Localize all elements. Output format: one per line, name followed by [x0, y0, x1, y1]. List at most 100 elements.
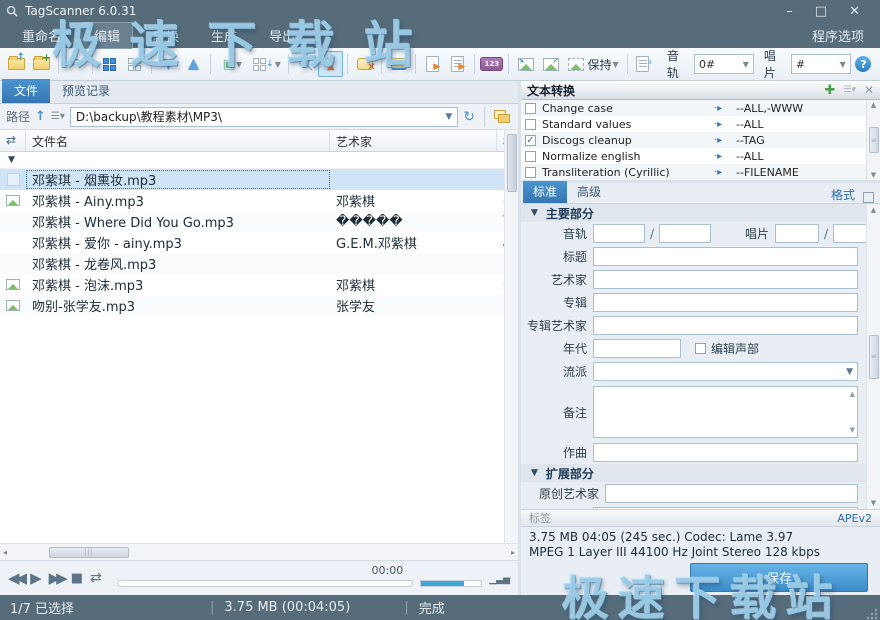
disc-format-combo[interactable]: #▼ — [791, 54, 851, 74]
title-column-header[interactable]: 标题 — [497, 130, 504, 151]
search-button[interactable] — [293, 51, 318, 77]
tab-standard[interactable]: 标准 — [523, 181, 567, 203]
path-menu-icon[interactable]: ☰▾ — [51, 111, 65, 122]
tag-fields-scrollbar[interactable]: ▲ ≡ ▼ — [866, 204, 880, 509]
clear-tags-button[interactable]: ✕ — [352, 51, 377, 77]
artist-input[interactable] — [593, 270, 858, 289]
transform-checkbox[interactable] — [525, 103, 536, 114]
seek-bar[interactable] — [117, 580, 414, 587]
path-input[interactable]: D:\backup\教程素材\MP3\ ▼ — [70, 107, 458, 127]
file-list-vertical-scrollbar[interactable] — [504, 130, 518, 543]
tag-type-link[interactable]: APEv2 — [837, 512, 872, 525]
scroll-up-icon[interactable]: ▲ — [871, 101, 876, 109]
file-list-horizontal-scrollbar[interactable]: ◂ ||| ▸ — [0, 543, 518, 560]
transform-menu-icon[interactable]: ☰▾ — [843, 85, 856, 95]
sync-tags-button[interactable]: ▼▲ — [318, 51, 343, 77]
tab-files[interactable]: 文件 — [2, 79, 50, 103]
track-number-input[interactable] — [593, 224, 645, 243]
remix-input[interactable] — [593, 507, 858, 509]
auto-number-button[interactable]: 123 — [479, 51, 504, 77]
menu-edit[interactable]: 编辑 — [81, 22, 133, 49]
scroll-down-icon[interactable]: ▼ — [850, 426, 855, 434]
transform-row[interactable]: Standard values ·▸ --ALL — [521, 116, 866, 132]
album-input[interactable] — [593, 293, 858, 312]
table-row[interactable]: 邓紫棋 - Where Did You Go.mp3 ����� Where — [0, 211, 504, 232]
tab-preview-log[interactable]: 预览记录 — [50, 79, 122, 103]
maximize-button[interactable]: □ — [815, 4, 827, 19]
move-down-button[interactable]: ▼ — [156, 51, 181, 77]
add-transform-icon[interactable]: ✚ — [824, 83, 835, 98]
table-row[interactable]: 邓紫棋 - 龙卷风.mp3 — [0, 253, 504, 274]
table-row[interactable]: 邓紫琪 - 烟熏妆.mp3 — [0, 169, 504, 190]
chevron-down-icon[interactable]: ▼ — [445, 112, 452, 122]
transform-checkbox[interactable]: ✓ — [525, 135, 536, 146]
format-link[interactable]: 格式 — [831, 186, 863, 203]
scroll-up-icon[interactable]: ▲ — [850, 390, 855, 398]
close-button[interactable]: ✕ — [849, 4, 860, 19]
edit-parts-checkbox[interactable] — [695, 343, 706, 354]
repeat-button[interactable]: ⇄ — [90, 570, 102, 586]
scrollbar-thumb[interactable]: ≡ — [869, 127, 879, 153]
disc-number-input[interactable] — [775, 224, 819, 243]
table-row[interactable]: 邓紫棋 - 泡沫.mp3 邓紫棋 泡沫 — [0, 274, 504, 295]
section-extended[interactable]: ▼扩展部分 — [521, 464, 866, 482]
add-folder-button[interactable]: + — [29, 51, 54, 77]
panel-toggle-icon[interactable] — [863, 192, 874, 203]
track-format-combo[interactable]: 0#▼ — [694, 54, 754, 74]
previous-track-button[interactable]: ◀◀ — [8, 569, 23, 587]
scroll-up-icon[interactable]: ▲ — [871, 206, 876, 214]
comment-textarea[interactable]: ▲▼ — [593, 386, 858, 438]
original-artist-input[interactable] — [605, 484, 858, 503]
scroll-down-icon[interactable]: ▼ — [871, 171, 876, 179]
save-button[interactable]: 保存 — [690, 563, 868, 592]
transform-checkbox[interactable] — [525, 119, 536, 130]
play-button[interactable]: ▶ — [30, 569, 42, 587]
refresh-icon[interactable]: ↻ — [463, 109, 475, 125]
scroll-left-icon[interactable]: ◂ — [3, 548, 7, 557]
folder-up-icon[interactable]: ↑ — [35, 109, 46, 124]
move-up-button[interactable]: ▲ — [181, 51, 206, 77]
resize-cover-button[interactable]: 保持▼ — [563, 51, 623, 77]
import-cover-button[interactable]: ↘ — [513, 51, 538, 77]
minimize-button[interactable]: – — [786, 4, 793, 19]
export-playlist-button[interactable]: ↵ — [632, 51, 657, 77]
title-input[interactable] — [593, 247, 858, 266]
help-button[interactable]: ? — [851, 51, 876, 77]
export-cover-button[interactable]: ↗ — [538, 51, 563, 77]
scrollbar-thumb[interactable]: ||| — [49, 547, 129, 558]
disc-total-input[interactable] — [833, 224, 866, 243]
album-artist-input[interactable] — [593, 316, 858, 335]
scrollbar-thumb[interactable] — [507, 134, 517, 192]
menu-export[interactable]: 导出 — [257, 23, 307, 48]
section-main[interactable]: ▼主要部分 — [521, 204, 866, 222]
stop-button[interactable]: ■ — [71, 571, 83, 586]
table-row[interactable]: 邓紫棋 - Ainy.mp3 邓紫棋 ainy — [0, 190, 504, 211]
transform-row[interactable]: Transliteration (Cyrillic) ·▸ --FILENAME — [521, 164, 866, 180]
shuffle-column-header[interactable]: ⇄ — [0, 130, 26, 151]
play-list-button[interactable]: ▶ — [445, 51, 470, 77]
year-input[interactable] — [593, 339, 681, 358]
filter-row[interactable]: ▼ — [0, 152, 504, 169]
menu-program-options[interactable]: 程序选项 — [812, 26, 870, 45]
sort-button[interactable]: ↓▼ — [250, 51, 285, 77]
volume-slider[interactable] — [420, 580, 482, 587]
transform-row[interactable]: ✓ Discogs cleanup ·▸ --TAG — [521, 132, 866, 148]
tab-advanced[interactable]: 高级 — [567, 181, 611, 203]
transform-checkbox[interactable] — [525, 167, 536, 178]
transform-checkbox[interactable] — [525, 151, 536, 162]
transform-scrollbar[interactable]: ▲ ≡ ▼ — [866, 100, 880, 180]
genre-select[interactable]: ▼ — [593, 362, 858, 381]
track-total-input[interactable] — [659, 224, 711, 243]
menu-generate[interactable]: 生成 — [199, 23, 249, 48]
scroll-right-icon[interactable]: ▸ — [511, 548, 515, 557]
transform-row[interactable]: Change case ·▸ --ALL,-WWW — [521, 100, 866, 116]
play-file-button[interactable]: ▶ — [420, 51, 445, 77]
table-row[interactable]: 吻别-张学友.mp3 张学友 吻别 — [0, 295, 504, 316]
scrollbar-thumb[interactable]: ≡ — [869, 335, 879, 379]
edit-parts-option[interactable]: 编辑声部 — [695, 340, 759, 357]
resize-grip[interactable] — [866, 608, 878, 620]
menu-process[interactable]: 转换 — [141, 23, 191, 48]
table-row[interactable]: 邓紫棋 - 爱你 - ainy.mp3 G.E.M.邓紫棋 A — [0, 232, 504, 253]
transform-row[interactable]: Normalize english ·▸ --ALL — [521, 148, 866, 164]
parent-folder-button[interactable]: ↑ — [4, 51, 29, 77]
